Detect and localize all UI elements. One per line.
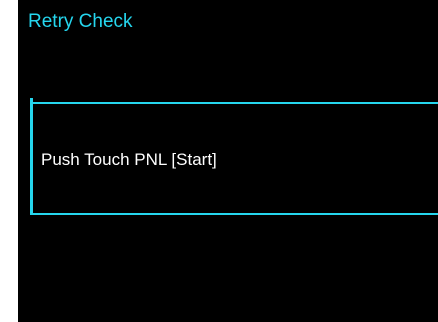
screen-title: Retry Check (28, 11, 133, 32)
touch-panel-prompt-box[interactable]: Push Touch PNL [Start] (30, 98, 438, 215)
device-screen: Retry Check Push Touch PNL [Start] (18, 0, 438, 322)
page-frame: Retry Check Push Touch PNL [Start] (0, 0, 438, 322)
box-corner-mark (30, 98, 33, 104)
prompt-message: Push Touch PNL [Start] (41, 150, 217, 169)
